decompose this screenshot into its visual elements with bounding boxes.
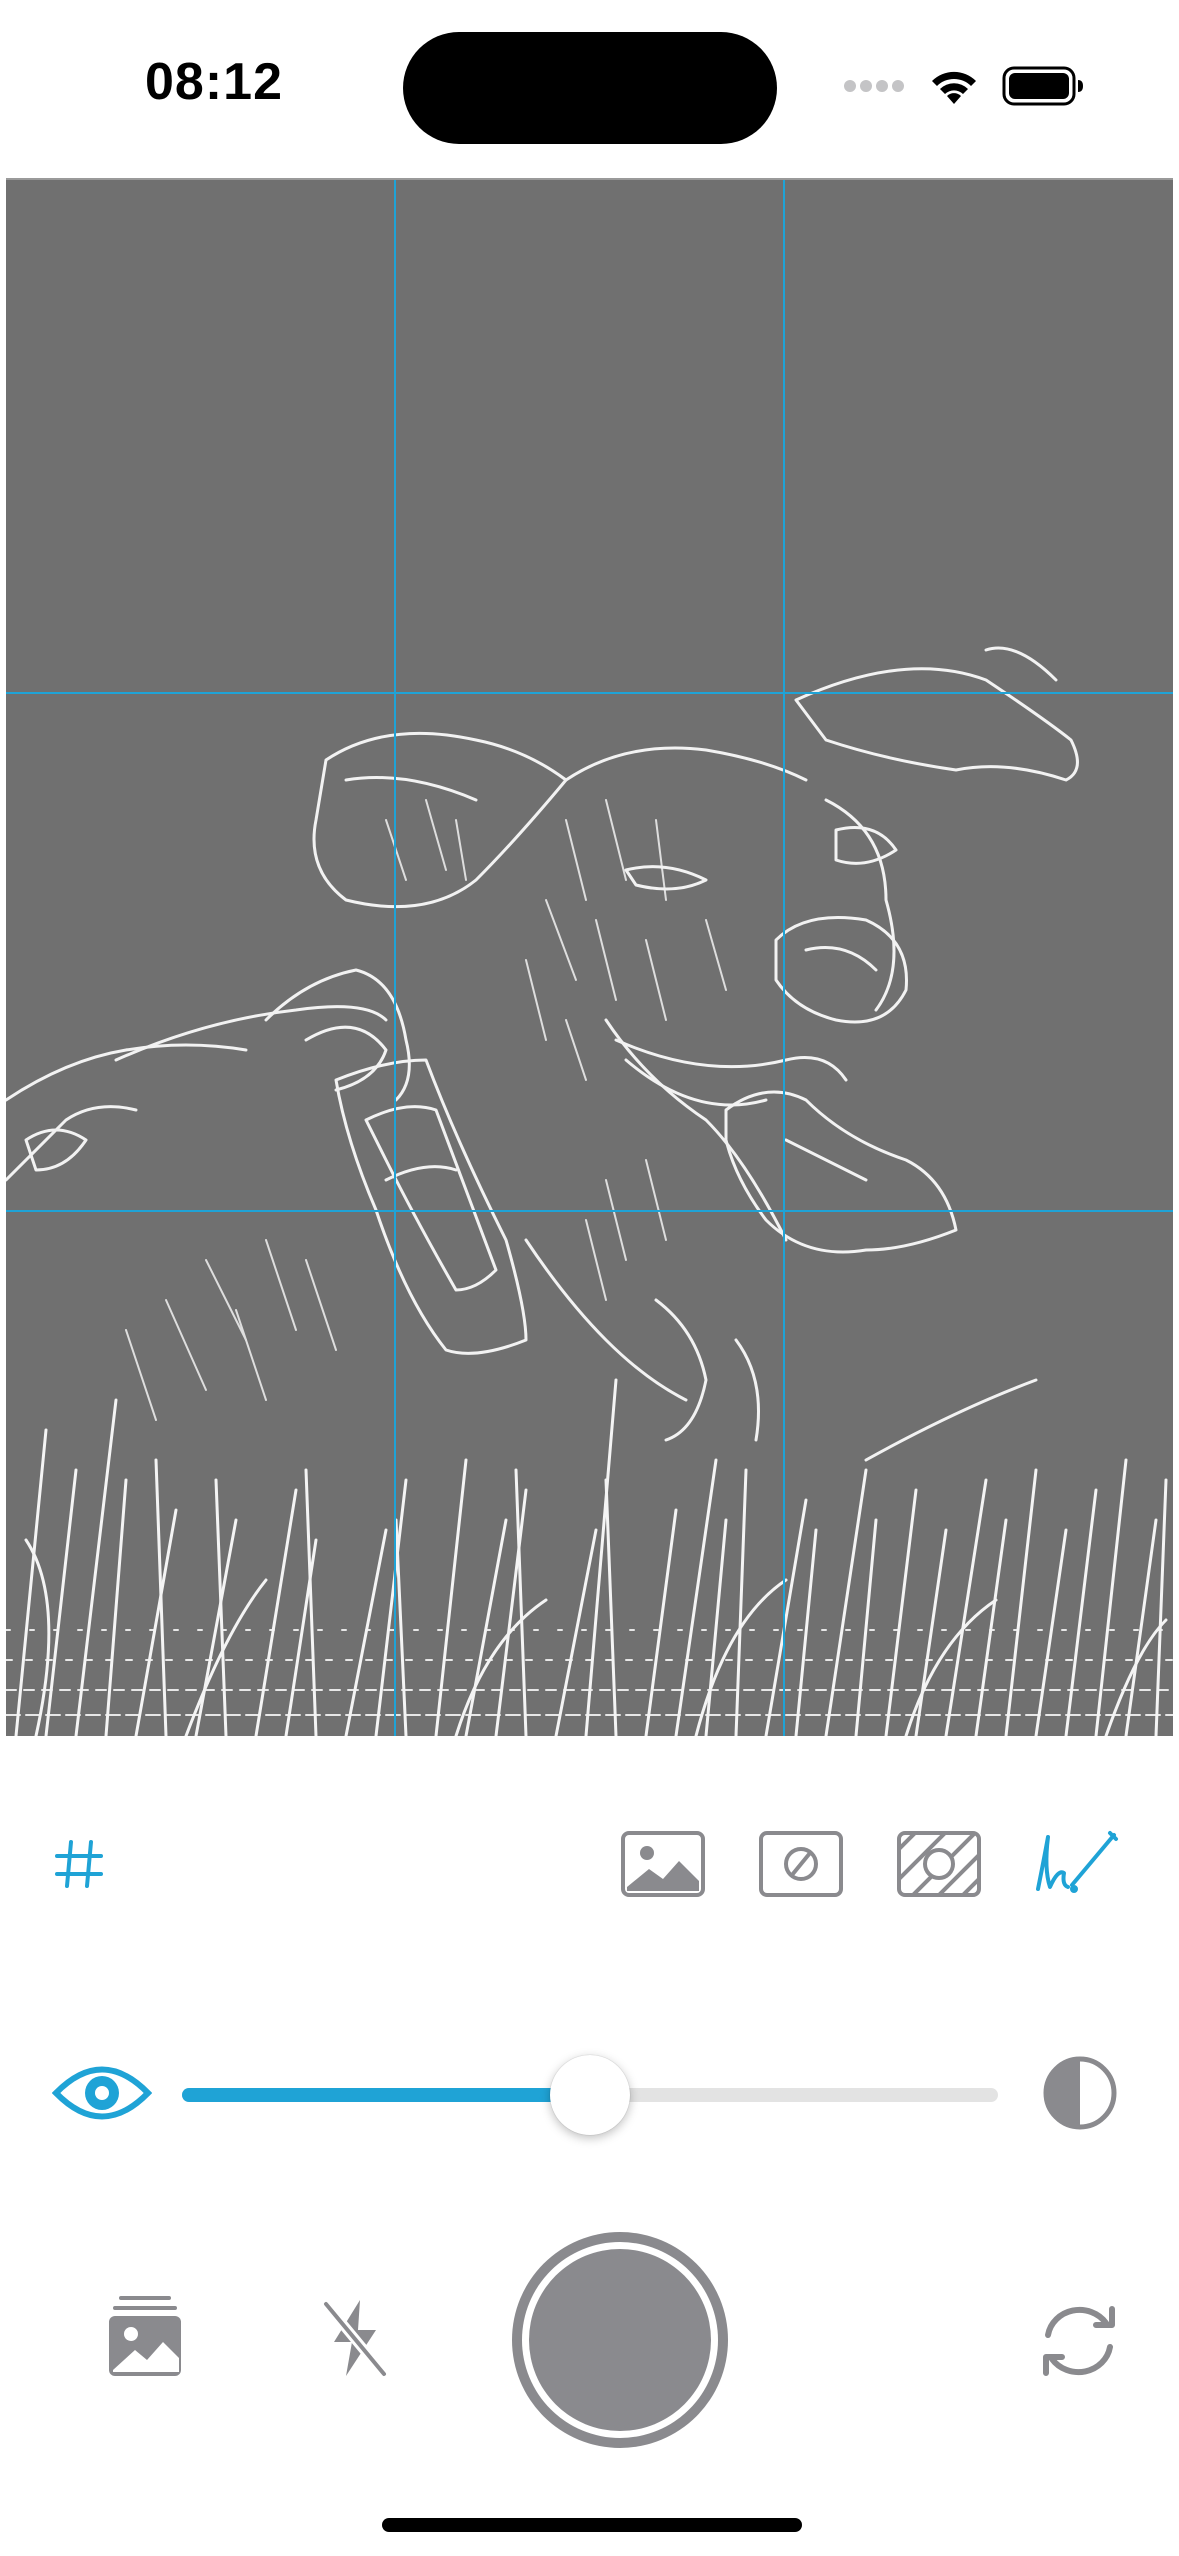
wifi-icon xyxy=(928,66,980,111)
visibility-toggle-button[interactable] xyxy=(50,2055,154,2135)
sketch-mode-button[interactable] xyxy=(1030,1828,1120,1904)
threshold-mode-button[interactable] xyxy=(756,1828,846,1904)
photo-mode-button[interactable] xyxy=(618,1828,708,1904)
shutter-inner xyxy=(529,2249,711,2431)
flash-button[interactable] xyxy=(315,2292,395,2388)
status-time: 08:12 xyxy=(145,53,283,111)
cellular-signal-icon xyxy=(844,79,906,98)
home-indicator[interactable] xyxy=(382,2518,802,2532)
grid-icon xyxy=(53,1838,105,1895)
grid-line-horizontal xyxy=(6,1210,1173,1212)
switch-camera-button[interactable] xyxy=(1032,2296,1126,2390)
grid-toggle-button[interactable] xyxy=(34,1828,124,1904)
contrast-button[interactable] xyxy=(1040,2055,1120,2135)
flash-off-icon xyxy=(320,2296,390,2385)
sketch-mode-icon xyxy=(1030,1829,1120,1904)
photo-stack-icon xyxy=(107,2294,183,2383)
grid-line-vertical xyxy=(394,180,396,1736)
camera-viewfinder[interactable] xyxy=(6,178,1173,1736)
opacity-slider-fill xyxy=(182,2088,590,2102)
grid-line-horizontal xyxy=(6,692,1173,694)
hatch-mode-button[interactable] xyxy=(894,1828,984,1904)
opacity-slider[interactable] xyxy=(182,2055,998,2135)
contrast-icon xyxy=(1042,2055,1118,2136)
shutter-ring xyxy=(522,2242,718,2438)
grid-line-vertical xyxy=(783,180,785,1736)
sketch-preview-image xyxy=(6,646,1173,1736)
dynamic-island xyxy=(403,32,777,144)
eye-icon xyxy=(51,2062,153,2129)
opacity-slider-thumb[interactable] xyxy=(550,2055,630,2135)
photo-mode-icon xyxy=(621,1830,705,1902)
threshold-mode-icon xyxy=(759,1830,843,1902)
hatch-mode-icon xyxy=(897,1830,981,1902)
shutter-button[interactable] xyxy=(512,2232,728,2448)
battery-icon xyxy=(1002,66,1084,111)
camera-switch-icon xyxy=(1034,2301,1124,2386)
gallery-button[interactable] xyxy=(100,2290,190,2386)
status-icons xyxy=(844,62,1084,114)
